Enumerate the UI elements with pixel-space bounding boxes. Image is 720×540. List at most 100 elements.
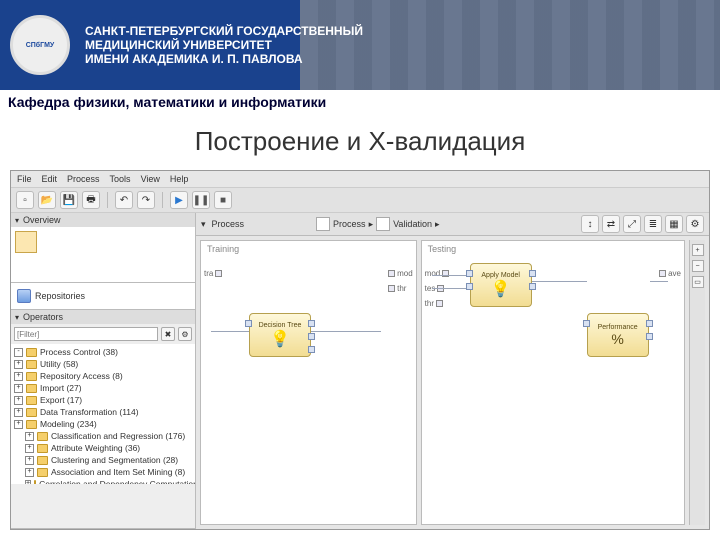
tree-item[interactable]: -Process Control (38) (13, 346, 193, 358)
menu-tools[interactable]: Tools (110, 174, 131, 184)
port-icon[interactable] (388, 285, 395, 292)
stop-button[interactable]: ■ (214, 191, 232, 209)
expand-icon[interactable]: + (14, 420, 23, 429)
expand-icon[interactable]: + (14, 360, 23, 369)
undo-button[interactable]: ↶ (115, 191, 133, 209)
list-icon[interactable]: ≣ (644, 215, 662, 233)
menu-process[interactable]: Process (67, 174, 100, 184)
overview-thumb[interactable] (15, 231, 37, 253)
arrange-icon[interactable]: ↕ (581, 215, 599, 233)
canvas-side-tools: + − ▭ (689, 240, 705, 525)
tree-item[interactable]: +Modeling (234) (13, 418, 193, 430)
operator-tree[interactable]: -Process Control (38)+Utility (58)+Repos… (11, 344, 195, 484)
node-port-out[interactable] (308, 320, 315, 327)
zoom-in-icon[interactable]: + (692, 244, 704, 256)
tree-label: Clustering and Segmentation (28) (51, 454, 178, 466)
expand-icon[interactable]: + (25, 468, 34, 477)
port-label: tra (204, 269, 213, 278)
port-icon[interactable] (659, 270, 666, 277)
tree-item[interactable]: +Data Transformation (114) (13, 406, 193, 418)
menu-help[interactable]: Help (170, 174, 189, 184)
tree-item[interactable]: +Association and Item Set Mining (8) (13, 466, 193, 478)
lightbulb-icon: 💡 (491, 279, 511, 299)
folder-icon (26, 372, 37, 381)
apply-model-node[interactable]: Apply Model 💡 (470, 263, 532, 307)
filter-settings-icon[interactable]: ⚙ (178, 327, 192, 341)
repositories-title[interactable]: Repositories (35, 291, 85, 301)
menu-view[interactable]: View (141, 174, 160, 184)
breadcrumb-validation[interactable]: Validation (393, 219, 432, 229)
folder-icon (26, 360, 37, 369)
expand-icon[interactable]: + (14, 372, 23, 381)
run-button[interactable]: ▶ (170, 191, 188, 209)
menu-bar: File Edit Process Tools View Help (11, 171, 709, 188)
tree-item[interactable]: + Correlation and Dependency Computation … (13, 478, 193, 484)
tree-item[interactable]: +Attribute Weighting (36) (13, 442, 193, 454)
node-port-out[interactable] (646, 333, 653, 340)
node-port-out[interactable] (308, 333, 315, 340)
repository-icon (17, 289, 31, 303)
fit-icon[interactable]: ▭ (692, 276, 704, 288)
wire (432, 288, 470, 289)
node-port-in[interactable] (466, 270, 473, 277)
port-icon[interactable] (436, 300, 443, 307)
process-panel-title: Process (212, 219, 245, 229)
tree-item[interactable]: +Repository Access (8) (13, 370, 193, 382)
breadcrumb-process[interactable]: Process (333, 219, 366, 229)
node-port-out[interactable] (646, 320, 653, 327)
overview-body (11, 227, 195, 282)
open-button[interactable]: 📂 (38, 191, 56, 209)
decision-tree-node[interactable]: Decision Tree 💡 (249, 313, 311, 357)
chevron-down-icon[interactable]: ▾ (15, 313, 19, 322)
zoom-out-icon[interactable]: − (692, 260, 704, 272)
grid-icon[interactable]: ▦ (665, 215, 683, 233)
zoom-icon[interactable]: ⤢ (623, 215, 641, 233)
performance-node[interactable]: Performance % (587, 313, 649, 357)
port-icon[interactable] (215, 270, 222, 277)
node-port-in[interactable] (466, 283, 473, 290)
node-port-in[interactable] (583, 320, 590, 327)
expand-icon[interactable]: + (25, 432, 34, 441)
pause-button[interactable]: ❚❚ (192, 191, 210, 209)
expand-icon[interactable]: - (14, 348, 23, 357)
new-button[interactable]: ▫ (16, 191, 34, 209)
node-port-out[interactable] (529, 270, 536, 277)
expand-icon[interactable]: + (14, 408, 23, 417)
validation-icon[interactable] (376, 217, 390, 231)
process-root-icon[interactable] (316, 217, 330, 231)
auto-wire-icon[interactable]: ⇄ (602, 215, 620, 233)
expand-icon[interactable]: + (25, 456, 34, 465)
training-canvas[interactable]: Training tra mod thr Decision Tree 💡 (200, 240, 417, 525)
tree-label: Correlation and Dependency Computation (… (39, 478, 195, 484)
menu-edit[interactable]: Edit (42, 174, 58, 184)
folder-icon (37, 468, 48, 477)
expand-icon[interactable]: + (25, 444, 34, 453)
chevron-down-icon[interactable]: ▾ (15, 216, 19, 225)
node-port-out[interactable] (529, 283, 536, 290)
expand-icon[interactable]: + (14, 396, 23, 405)
operator-filter-input[interactable] (14, 327, 158, 341)
redo-button[interactable]: ↷ (137, 191, 155, 209)
uni-line3: ИМЕНИ АКАДЕМИКА И. П. ПАВЛОВА (85, 52, 363, 66)
expand-icon[interactable]: + (14, 384, 23, 393)
tree-item[interactable]: + Clustering and Segmentation (28) (13, 454, 193, 466)
chevron-down-icon[interactable]: ▾ (201, 219, 206, 230)
print-button[interactable]: 🖶 (82, 191, 100, 209)
expand-icon[interactable]: + (25, 480, 31, 485)
save-button[interactable]: 💾 (60, 191, 78, 209)
clear-filter-icon[interactable]: ✖ (161, 327, 175, 341)
testing-canvas[interactable]: Testing mod tes thr ave (421, 240, 685, 525)
node-port-in[interactable] (245, 320, 252, 327)
settings-icon[interactable]: ⚙ (686, 215, 704, 233)
tree-label: Import (27) (40, 382, 82, 394)
uni-line1: САНКТ-ПЕТЕРБУРГСКИЙ ГОСУДАРСТВЕННЫЙ (85, 24, 363, 38)
tree-item[interactable]: +Utility (58) (13, 358, 193, 370)
tree-item[interactable]: + Import (27) (13, 382, 193, 394)
wire (311, 331, 381, 332)
node-port-out[interactable] (308, 346, 315, 353)
tree-item[interactable]: +Export (17) (13, 394, 193, 406)
port-label: thr (397, 284, 406, 293)
tree-item[interactable]: +Classification and Regression (176) (13, 430, 193, 442)
menu-file[interactable]: File (17, 174, 32, 184)
port-icon[interactable] (388, 270, 395, 277)
